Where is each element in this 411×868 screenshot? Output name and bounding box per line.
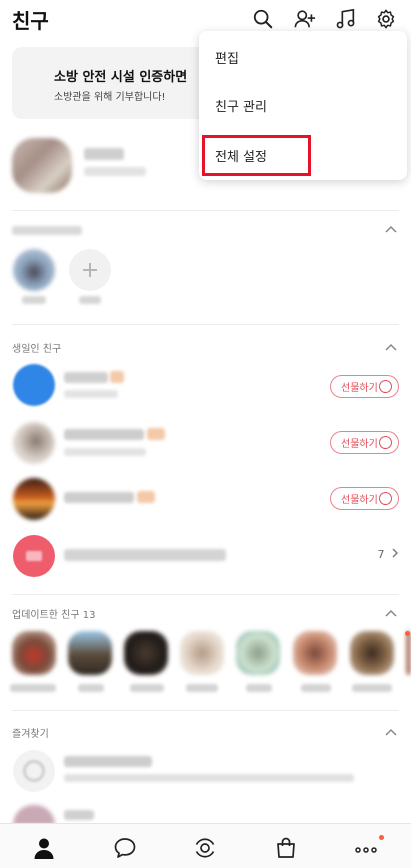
more-dots-icon[interactable]: [354, 836, 378, 860]
emoji-blurred: [147, 428, 165, 440]
add-label-blurred: [79, 296, 101, 304]
divider: [12, 594, 399, 595]
shopping-bag-icon[interactable]: [274, 836, 298, 860]
settings-gear-icon[interactable]: [375, 8, 397, 30]
add-multi-profile-button[interactable]: [69, 249, 111, 291]
updated-friend-name-blurred: [301, 684, 331, 692]
new-update-dot: [405, 631, 410, 636]
chevron-up-icon[interactable]: [385, 728, 397, 736]
friend-avatar[interactable]: [13, 422, 55, 464]
highlight-box: [202, 135, 311, 176]
favorite-avatar[interactable]: [13, 805, 55, 825]
updated-friend-name-blurred: [186, 684, 218, 692]
search-icon[interactable]: [252, 8, 274, 30]
bottom-tab-bar: [0, 823, 411, 868]
birthday-section-title: 생일인 친구: [12, 344, 62, 355]
gift-button[interactable]: 선물하기: [330, 375, 399, 398]
multi-profile-label-blurred: [22, 296, 46, 304]
gift-button-label: 선물하기: [341, 383, 378, 394]
birthday-cake-avatar: [13, 535, 55, 577]
menu-item-manage-friends[interactable]: 친구 관리: [215, 96, 267, 115]
friend-avatar[interactable]: [13, 364, 55, 406]
gift-button-label: 선물하기: [341, 495, 378, 506]
gift-button[interactable]: 선물하기: [330, 431, 399, 454]
updated-friend-avatar[interactable]: [124, 631, 168, 675]
view-icon[interactable]: [193, 836, 217, 860]
gift-button-label: 선물하기: [341, 439, 378, 450]
gift-button[interactable]: 선물하기: [330, 487, 399, 510]
chat-bubble-icon[interactable]: [113, 836, 137, 860]
updated-friend-name-blurred: [78, 684, 104, 692]
chevron-up-icon[interactable]: [385, 225, 397, 233]
friend-status-blurred: [64, 448, 146, 456]
updated-friend-avatar[interactable]: [12, 631, 56, 675]
updated-friend-avatar[interactable]: [293, 631, 337, 675]
updated-friend-name-blurred: [10, 684, 56, 692]
emoji-blurred: [137, 491, 155, 503]
my-status-blurred: [84, 167, 146, 176]
music-icon[interactable]: [335, 8, 357, 30]
updated-friend-name-blurred: [352, 684, 392, 692]
updated-friend-avatar[interactable]: [350, 631, 394, 675]
chevron-right-icon: [392, 548, 398, 558]
friend-name-blurred: [64, 492, 134, 503]
banner-subtitle: 소방관을 위해 기부합니다!: [54, 92, 166, 103]
friend-name-blurred: [64, 429, 144, 440]
add-friend-icon[interactable]: [294, 8, 316, 30]
favorite-status-blurred: [64, 774, 354, 782]
my-name-blurred: [84, 148, 124, 160]
gift-icon: [379, 380, 392, 393]
page-title: 친구: [12, 9, 49, 33]
more-count-value: 7: [377, 548, 385, 561]
person-icon[interactable]: [32, 836, 56, 860]
chevron-up-icon[interactable]: [385, 343, 397, 351]
divider: [12, 710, 399, 711]
divider: [12, 210, 399, 211]
gift-icon: [379, 492, 392, 505]
banner-title: 소방 안전 시설 인증하면: [54, 70, 188, 85]
chevron-up-icon[interactable]: [385, 609, 397, 617]
divider: [12, 324, 399, 325]
gift-icon: [379, 436, 392, 449]
friend-status-blurred: [64, 390, 118, 398]
notification-dot: [379, 835, 384, 840]
updated-friend-name-blurred: [130, 684, 164, 692]
emoji-blurred: [110, 371, 124, 383]
updated-friend-avatar-partial[interactable]: [406, 631, 411, 675]
updated-friend-name-blurred: [246, 684, 272, 692]
favorite-name-blurred: [64, 756, 152, 767]
favorites-section-title: 즐겨찾기: [12, 729, 49, 740]
friend-avatar[interactable]: [13, 478, 55, 520]
favorite-name-blurred: [64, 810, 94, 820]
updated-friend-avatar[interactable]: [180, 631, 224, 675]
multi-profile-avatar[interactable]: [13, 249, 55, 291]
friend-name-blurred: [64, 372, 108, 383]
section-title-blurred: [12, 226, 82, 235]
my-avatar[interactable]: [12, 138, 72, 193]
plus-icon: [83, 263, 97, 277]
more-birthdays-count[interactable]: 7: [378, 548, 400, 561]
updated-friend-avatar[interactable]: [236, 631, 280, 675]
menu-item-edit[interactable]: 편집: [215, 48, 239, 67]
updated-friend-avatar[interactable]: [68, 631, 112, 675]
favorite-avatar[interactable]: [13, 750, 55, 792]
updated-section-title: 업데이트한 친구 13: [12, 610, 96, 621]
more-birthdays-text-blurred: [64, 549, 226, 561]
